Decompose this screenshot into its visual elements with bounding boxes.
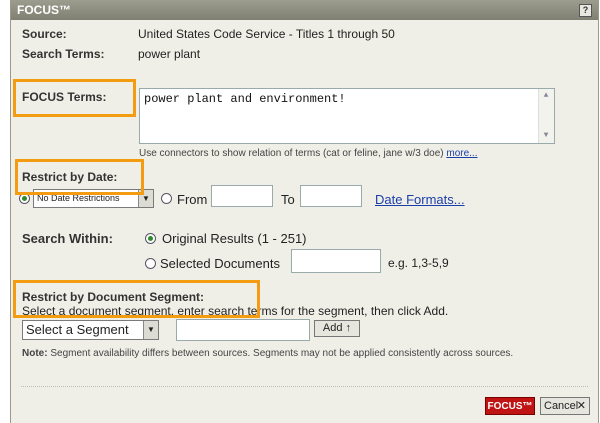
date-from-radio[interactable]	[161, 193, 172, 204]
focus-terms-highlight	[13, 79, 136, 117]
segment-note-label: Note:	[22, 348, 48, 359]
date-to-input[interactable]	[300, 185, 362, 207]
textarea-scrollbar[interactable]: ▲ ▼	[538, 89, 554, 143]
segment-terms-input[interactable]	[176, 319, 310, 341]
connectors-hint: Use connectors to show relation of terms…	[139, 148, 478, 159]
cancel-button[interactable]: Cancel ✕	[540, 397, 590, 415]
search-terms-value: power plant	[138, 47, 201, 61]
segment-note-text: Segment availability differs between sou…	[47, 348, 514, 359]
footer-divider	[21, 386, 588, 387]
segment-select[interactable]: Select a Segment ▼	[22, 320, 159, 340]
restrict-date-highlight	[15, 159, 144, 195]
dialog-title: FOCUS™	[17, 3, 71, 17]
date-formats-link[interactable]: Date Formats...	[375, 192, 465, 207]
dialog-titlebar: FOCUS™ ?	[11, 0, 598, 20]
scroll-up-icon[interactable]: ▲	[540, 90, 552, 102]
selected-documents-example: e.g. 1,3-5,9	[388, 256, 449, 270]
focus-terms-text: power plant and environment!	[144, 92, 346, 106]
to-label: To	[281, 192, 295, 207]
scroll-down-icon[interactable]: ▼	[540, 130, 552, 142]
chevron-down-icon: ▼	[143, 321, 158, 339]
search-within-label: Search Within:	[22, 231, 113, 246]
source-label: Source:	[22, 27, 67, 41]
selected-documents-input[interactable]	[291, 249, 381, 273]
segment-note: Note: Segment availability differs betwe…	[22, 347, 582, 360]
selected-documents-label: Selected Documents	[160, 256, 280, 271]
search-terms-label: Search Terms:	[22, 47, 105, 61]
original-results-radio[interactable]	[145, 233, 156, 244]
connectors-hint-text: Use connectors to show relation of terms…	[139, 148, 444, 159]
segment-select-value: Select a Segment	[26, 322, 129, 337]
selected-documents-radio[interactable]	[145, 258, 156, 269]
focus-submit-button[interactable]: FOCUS™	[485, 397, 535, 415]
add-segment-button[interactable]: Add ↑	[314, 320, 360, 337]
focus-dialog: FOCUS™ ? Source: United States Code Serv…	[10, 0, 599, 423]
more-link[interactable]: more...	[446, 148, 477, 159]
cancel-button-label: Cancel	[544, 400, 579, 412]
segment-highlight	[13, 280, 260, 318]
help-icon[interactable]: ?	[579, 4, 592, 17]
focus-terms-textarea[interactable]: power plant and environment! ▲ ▼	[139, 88, 555, 144]
date-from-input[interactable]	[211, 185, 273, 207]
original-results-label: Original Results (1 - 251)	[162, 231, 307, 246]
source-value: United States Code Service - Titles 1 th…	[138, 27, 395, 41]
close-icon: ✕	[576, 400, 586, 412]
from-label: From	[177, 192, 208, 207]
